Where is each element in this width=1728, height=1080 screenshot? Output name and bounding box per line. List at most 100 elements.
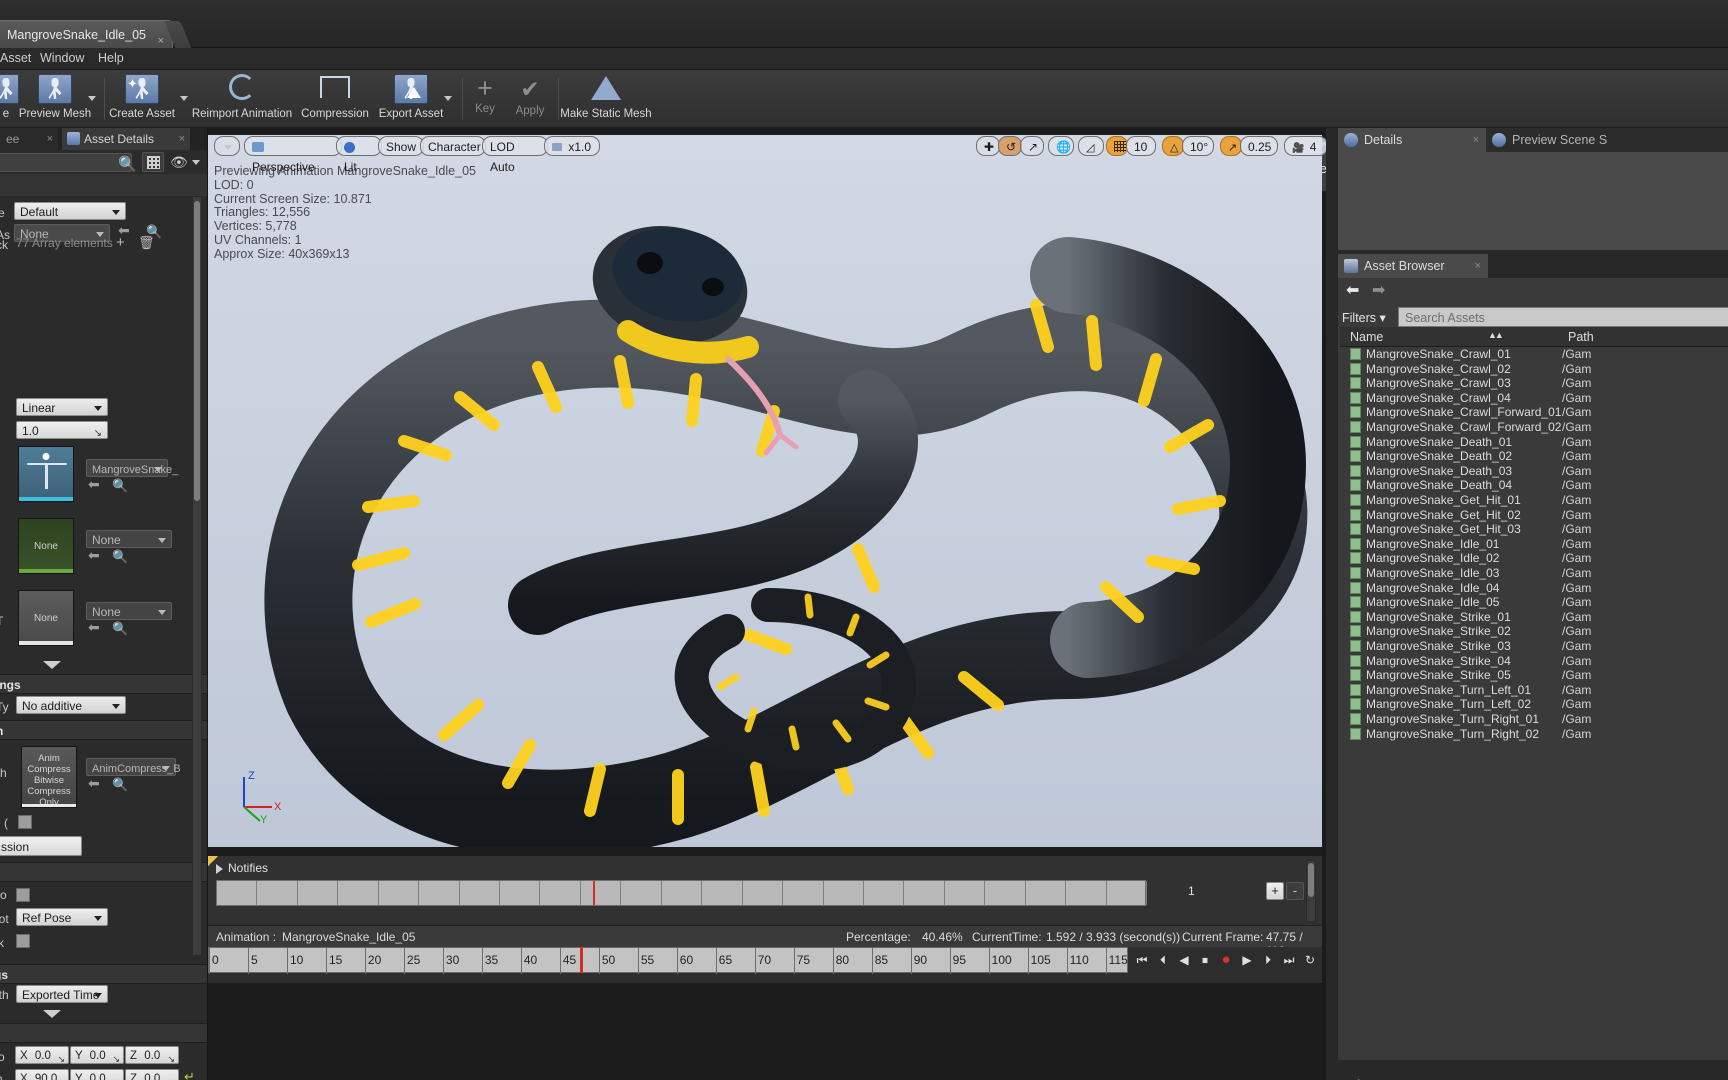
notify-track-cell[interactable] — [217, 881, 258, 905]
play-reverse-icon[interactable]: ◀ — [1174, 949, 1194, 971]
additive-type-combo[interactable]: No additive — [16, 696, 126, 714]
asset-row[interactable]: MangroveSnake_Strike_02/Gam — [1340, 624, 1728, 639]
chevron-down-icon-view-options[interactable] — [192, 160, 200, 165]
toolbar-button-create-asset[interactable]: ✦ Create Asset — [108, 72, 176, 126]
viewport-surface-snap-button[interactable]: ◿ — [1078, 136, 1104, 156]
asset-row[interactable]: MangroveSnake_Idle_04/Gam — [1340, 581, 1728, 596]
tab-preview-scene-settings[interactable]: Preview Scene S — [1486, 128, 1728, 152]
notify-track-cell[interactable] — [419, 881, 460, 905]
remove-notify-track-button[interactable]: - — [1286, 882, 1304, 900]
reset-arrow-icon-5[interactable]: ⬅ — [88, 775, 100, 792]
interpolation-default-combo[interactable]: Default — [14, 202, 126, 220]
asset-row[interactable]: MangroveSnake_Turn_Left_01/Gam — [1340, 683, 1728, 698]
asset-row[interactable]: MangroveSnake_Strike_05/Gam — [1340, 668, 1728, 683]
viewport-translate-button[interactable]: ✚ — [976, 136, 1000, 156]
notify-track-cell[interactable] — [985, 881, 1026, 905]
compression-thumbnail[interactable]: Anim Compress Bitwise Compress Only — [21, 746, 77, 808]
add-element-icon[interactable]: + — [116, 234, 125, 251]
record-icon[interactable]: ● — [1216, 949, 1236, 971]
notify-track-cell[interactable] — [379, 881, 420, 905]
notify-track-cell[interactable] — [1107, 881, 1147, 905]
expander-icon-2[interactable] — [43, 1010, 61, 1018]
notify-track-cell[interactable] — [500, 881, 541, 905]
asset-row[interactable]: MangroveSnake_Crawl_02/Gam — [1340, 362, 1728, 377]
expander-icon-1[interactable] — [43, 661, 61, 669]
viewport-lit-button[interactable]: Lit — [336, 136, 382, 174]
asset-row[interactable]: MangroveSnake_Crawl_03/Gam — [1340, 376, 1728, 391]
filters-button[interactable]: Filters ▾ — [1342, 310, 1386, 325]
skeleton-asset-combo[interactable]: MangroveSnake_ — [86, 459, 178, 477]
notify-track-cell[interactable] — [1066, 881, 1107, 905]
viewport-perspective-button[interactable]: Perspective — [244, 136, 342, 174]
compression-scheme-combo[interactable]: AnimCompress_B — [86, 758, 181, 776]
use-compression-checkbox[interactable] — [16, 888, 30, 902]
viewport-options-button[interactable] — [214, 136, 240, 156]
toolbar-button-make-static-mesh[interactable]: Make Static Mesh — [560, 72, 652, 126]
asset-row[interactable]: MangroveSnake_Strike_03/Gam — [1340, 639, 1728, 654]
details-scrollbar-thumb[interactable] — [194, 201, 200, 501]
notify-track[interactable] — [216, 880, 1147, 906]
browse-icon-2[interactable]: 🔍 — [112, 478, 128, 494]
notify-track-cell[interactable] — [1026, 881, 1067, 905]
reset-arrow-icon[interactable]: ↵ — [184, 1069, 195, 1080]
interpolation-combo[interactable]: Linear — [16, 398, 108, 416]
viewport-scale-snap-toggle[interactable]: ↗ — [1220, 136, 1242, 156]
root-lock-checkbox[interactable] — [16, 934, 30, 948]
add-notify-track-button[interactable]: + — [1266, 882, 1284, 900]
notify-track-cell[interactable] — [540, 881, 581, 905]
close-icon-details-tab[interactable]: × — [179, 128, 185, 150]
chevron-down-icon-create-asset[interactable] — [180, 96, 188, 101]
menu-item-window[interactable]: Window — [32, 51, 92, 65]
grid-view-icon[interactable] — [142, 152, 164, 172]
menu-item-help[interactable]: Help — [90, 51, 132, 65]
panel-tab-asset-details[interactable]: Asset Details × — [62, 128, 190, 150]
viewport-angle-value[interactable]: 10° — [1182, 136, 1214, 156]
close-icon-tree-tab[interactable]: × — [47, 128, 53, 150]
notify-track-cell[interactable] — [945, 881, 986, 905]
asset-row[interactable]: MangroveSnake_Idle_01/Gam — [1340, 537, 1728, 552]
browse-icon-5[interactable]: 🔍 — [112, 777, 128, 793]
step-back-icon[interactable]: ⏴ — [1153, 949, 1173, 971]
notify-track-cell[interactable] — [298, 881, 339, 905]
play-forward-icon[interactable]: ▶ — [1237, 949, 1257, 971]
rate-scale-field[interactable]: 1.0 ↘ — [16, 421, 108, 439]
notify-track-cell[interactable] — [621, 881, 662, 905]
asset-row[interactable]: MangroveSnake_Turn_Right_01/Gam — [1340, 712, 1728, 727]
browse-icon-3[interactable]: 🔍 — [112, 549, 128, 565]
delete-element-icon[interactable]: 🗑 — [138, 235, 155, 251]
asset-row[interactable]: MangroveSnake_Strike_04/Gam — [1340, 654, 1728, 669]
preview-mesh-thumbnail[interactable]: None — [18, 518, 74, 574]
document-tab[interactable]: MangroveSnake_Idle_05 × — [0, 20, 173, 48]
notify-track-cell[interactable] — [824, 881, 864, 905]
loop-icon[interactable]: ⏭ — [1279, 949, 1299, 971]
tab-asset-browser[interactable]: Asset Browser × — [1338, 254, 1488, 278]
close-icon-details[interactable]: × — [1473, 128, 1479, 152]
reset-arrow-icon-3[interactable]: ⬅ — [88, 547, 100, 564]
asset-row[interactable]: MangroveSnake_Strike_01/Gam — [1340, 610, 1728, 625]
notify-track-cell[interactable] — [743, 881, 784, 905]
notify-track-cell[interactable] — [257, 881, 298, 905]
asset-row[interactable]: MangroveSnake_Death_02/Gam — [1340, 449, 1728, 464]
step-forward-icon[interactable]: ⏵ — [1258, 949, 1278, 971]
skeleton-thumbnail[interactable] — [18, 446, 74, 502]
asset-row[interactable]: MangroveSnake_Death_01/Gam — [1340, 435, 1728, 450]
timeline-playhead[interactable] — [580, 947, 584, 973]
toolbar-button-compression[interactable]: Compression — [296, 72, 374, 126]
viewport-grid-snap-toggle[interactable] — [1106, 136, 1128, 156]
toolbar-button-apply[interactable]: ✔ Apply — [508, 72, 552, 126]
stop-icon[interactable]: ⏹ — [1195, 949, 1215, 971]
asset-row[interactable]: MangroveSnake_Turn_Right_02/Gam — [1340, 727, 1728, 742]
reset-arrow-icon-2[interactable]: ⬅ — [88, 476, 100, 493]
asset-row[interactable]: MangroveSnake_Death_04/Gam — [1340, 478, 1728, 493]
viewport-rotate-button[interactable]: ↺ — [998, 136, 1022, 156]
notify-track-cell[interactable] — [904, 881, 945, 905]
search-icon[interactable]: 🔍 — [118, 155, 137, 173]
viewport-scale-button[interactable]: ↗ — [1020, 136, 1044, 156]
asset-row[interactable]: MangroveSnake_Get_Hit_02/Gam — [1340, 508, 1728, 523]
rotation-x-field[interactable]: X 0.0 ↘ — [15, 1046, 69, 1064]
back-arrow-icon[interactable]: ⬅ — [1346, 280, 1359, 300]
viewport-show-button[interactable]: Show — [378, 136, 424, 156]
asset-row[interactable]: MangroveSnake_Get_Hit_03/Gam — [1340, 522, 1728, 537]
toolbar-button-export-asset[interactable]: Export Asset — [376, 72, 446, 126]
notify-track-cell[interactable] — [702, 881, 743, 905]
